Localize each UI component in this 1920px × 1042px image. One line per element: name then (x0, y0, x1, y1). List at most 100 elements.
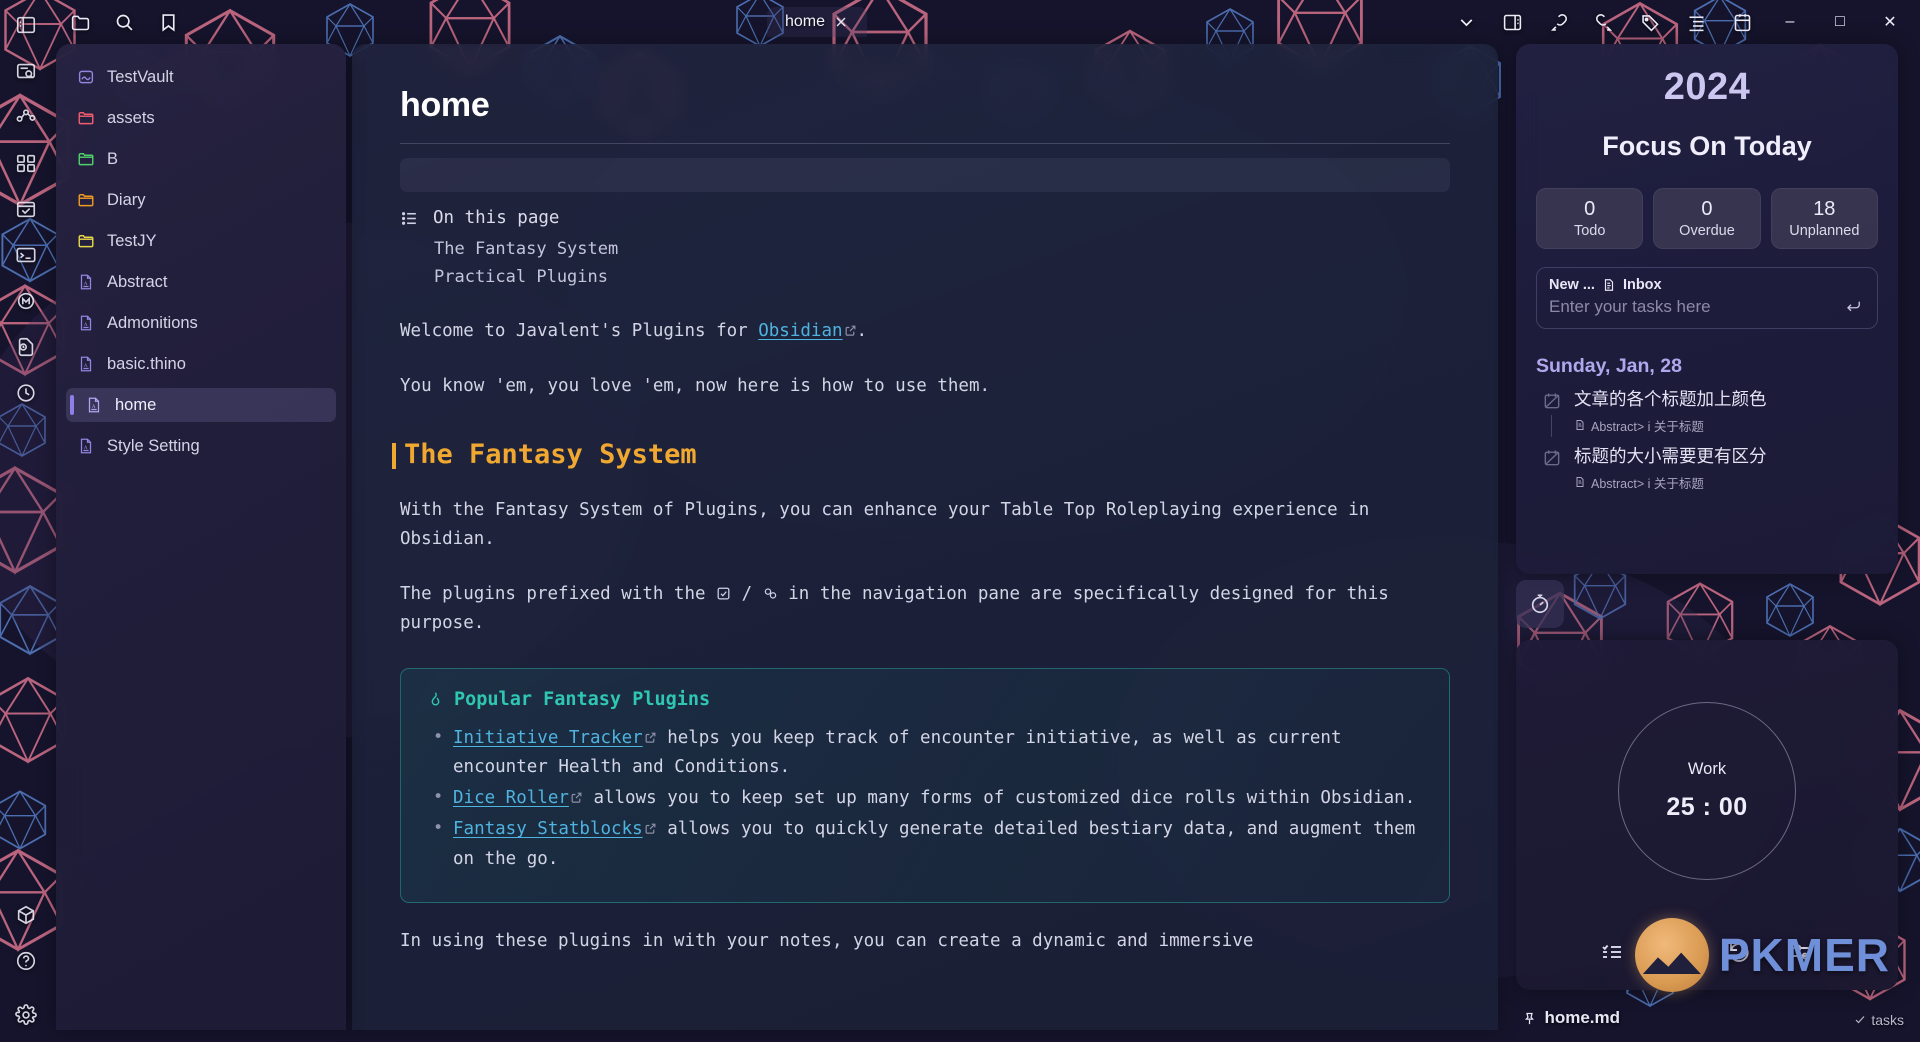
pkmer-watermark: PKMER (1634, 918, 1890, 992)
heading-text: The Fantasy System (404, 439, 697, 471)
explorer-item-style-setting[interactable]: A Style Setting (66, 429, 336, 463)
vault-icon (76, 67, 96, 87)
tab-strip: home (180, 7, 1454, 37)
search-icon[interactable] (112, 10, 136, 34)
folder-icon (76, 108, 96, 128)
selection-indicator (70, 395, 74, 415)
explorer-item-admonitions[interactable]: A Admonitions (66, 306, 336, 340)
list-icon (400, 209, 419, 228)
status-bar-right: tasks (1854, 1012, 1904, 1028)
explorer-item-b[interactable]: B (66, 142, 336, 176)
file-icon: A (76, 313, 96, 333)
canvas-icon[interactable] (13, 150, 39, 176)
link-back-icon[interactable] (1546, 10, 1570, 34)
minimize-button[interactable]: – (1776, 10, 1804, 34)
explorer-item-label: TestJY (107, 231, 157, 250)
stat-overdue[interactable]: 0 Overdue (1653, 188, 1761, 249)
tag-icon[interactable] (1638, 10, 1662, 34)
dice-link-icon (763, 582, 778, 599)
cube-icon[interactable] (13, 902, 39, 928)
link-forward-icon[interactable] (1592, 10, 1616, 34)
task-body: 标题的大小需要更有区分 Abstract> i 关于标题 (1574, 446, 1878, 492)
explorer-item-diary[interactable]: Diary (66, 183, 336, 217)
stat-todo[interactable]: 0 Todo (1536, 188, 1644, 249)
explorer-item-assets[interactable]: assets (66, 101, 336, 135)
maximize-button[interactable]: □ (1826, 10, 1854, 34)
task-input-box[interactable]: New ... Inbox Enter your tasks here (1536, 267, 1878, 329)
explorer-item-label: Admonitions (107, 313, 198, 332)
pomodoro-toggle-icon[interactable] (1516, 580, 1564, 628)
title-divider (400, 143, 1450, 144)
callout-title-text: Popular Fantasy Plugins (454, 689, 711, 711)
file-icon: A (76, 436, 96, 456)
task-item[interactable]: 标题的大小需要更有区分 Abstract> i 关于标题 (1536, 446, 1878, 492)
task-body: 文章的各个标题加上颜色 Abstract> i 关于标题 (1574, 389, 1878, 435)
folder-icon (76, 231, 96, 251)
stat-label: Unplanned (1789, 223, 1860, 239)
stat-label: Overdue (1679, 223, 1735, 239)
task-input-placeholder[interactable]: Enter your tasks here (1549, 297, 1865, 317)
terminal-icon[interactable] (13, 242, 39, 268)
close-button[interactable]: ✕ (1876, 10, 1904, 34)
task-connector (1551, 415, 1552, 437)
clock-icon[interactable] (13, 380, 39, 406)
chevron-down-icon[interactable] (1454, 10, 1478, 34)
note-editor-pane: home On this page The Fantasy System Pra… (352, 44, 1498, 1030)
toggle-left-sidebar-icon[interactable] (13, 12, 39, 38)
help-icon[interactable] (13, 948, 39, 974)
explorer-item-testvault[interactable]: TestVault (66, 60, 336, 94)
mermaid-icon[interactable] (13, 288, 39, 314)
explorer-item-basic-thino[interactable]: Abasic.thino (66, 347, 336, 381)
folder-icon (76, 190, 96, 210)
quick-explorer-icon[interactable] (13, 58, 39, 84)
intro-text-after: . (856, 321, 868, 342)
task-source[interactable]: Abstract> i 关于标题 (1574, 416, 1878, 435)
properties-placeholder[interactable] (400, 158, 1450, 192)
toc-item-2[interactable]: Practical Plugins (434, 264, 1450, 292)
tab-home[interactable]: home (766, 7, 868, 37)
plugin-link[interactable]: Dice Roller (453, 788, 569, 808)
bookmark-icon[interactable] (156, 10, 180, 34)
external-link-icon (844, 318, 857, 336)
flame-icon (427, 691, 444, 708)
heading-accent-bar (392, 443, 396, 470)
folder-icon[interactable] (68, 10, 92, 34)
stat-row: 0 Todo 0 Overdue 18 Unplanned (1536, 188, 1878, 249)
left-ribbon (0, 0, 52, 1042)
obsidian-link[interactable]: Obsidian (758, 321, 842, 341)
settings-gear-icon[interactable] (13, 1002, 39, 1028)
explorer-item-label: home (115, 395, 157, 414)
status-file-name: home.md (1544, 1008, 1620, 1027)
second-paragraph: You know 'em, you love 'em, now here is … (400, 376, 991, 397)
enter-key-icon[interactable] (1845, 298, 1863, 316)
fantasy-paragraph: With the Fantasy System of Plugins, you … (400, 500, 1370, 550)
task-text: 文章的各个标题加上颜色 (1574, 389, 1767, 409)
task-list-icon[interactable] (1600, 940, 1624, 964)
plugin-link[interactable]: Initiative Tracker (453, 728, 643, 748)
file-history-icon[interactable] (13, 334, 39, 360)
close-icon[interactable] (833, 14, 849, 30)
callout-plugin-list: Initiative Tracker helps you keep track … (427, 723, 1423, 873)
plugin-link[interactable]: Fantasy Statblocks (453, 819, 643, 839)
explorer-item-label: Diary (107, 190, 146, 209)
daily-note-icon[interactable] (13, 196, 39, 222)
task-checkbox-icon[interactable] (1542, 391, 1562, 411)
prefix-paragraph: The plugins prefixed with the / in the n… (400, 580, 1390, 638)
task-input-target[interactable]: Inbox (1623, 277, 1662, 293)
toggle-right-sidebar-icon[interactable] (1500, 10, 1524, 34)
explorer-item-home[interactable]: Ahome (66, 388, 336, 422)
stat-unplanned[interactable]: 18 Unplanned (1770, 188, 1878, 249)
explorer-item-testjy[interactable]: TestJY (66, 224, 336, 258)
outline-icon[interactable] (1684, 10, 1708, 34)
graph-view-icon[interactable] (13, 104, 39, 130)
calendar-icon[interactable] (1730, 10, 1754, 34)
file-explorer-sidebar: TestVault assets B Diary TestJY A Abstract A Adm… (56, 44, 346, 1030)
task-text: 标题的大小需要更有区分 (1574, 445, 1767, 466)
status-tasks-icon (1854, 1014, 1866, 1026)
task-checkbox-icon[interactable] (1542, 448, 1562, 468)
explorer-item-abstract[interactable]: A Abstract (66, 265, 336, 299)
task-item[interactable]: 文章的各个标题加上颜色 Abstract> i 关于标题 (1536, 389, 1878, 437)
toc-item-1[interactable]: The Fantasy System (434, 236, 1450, 264)
pin-icon (1522, 1011, 1537, 1026)
task-source[interactable]: Abstract> i 关于标题 (1574, 473, 1878, 492)
